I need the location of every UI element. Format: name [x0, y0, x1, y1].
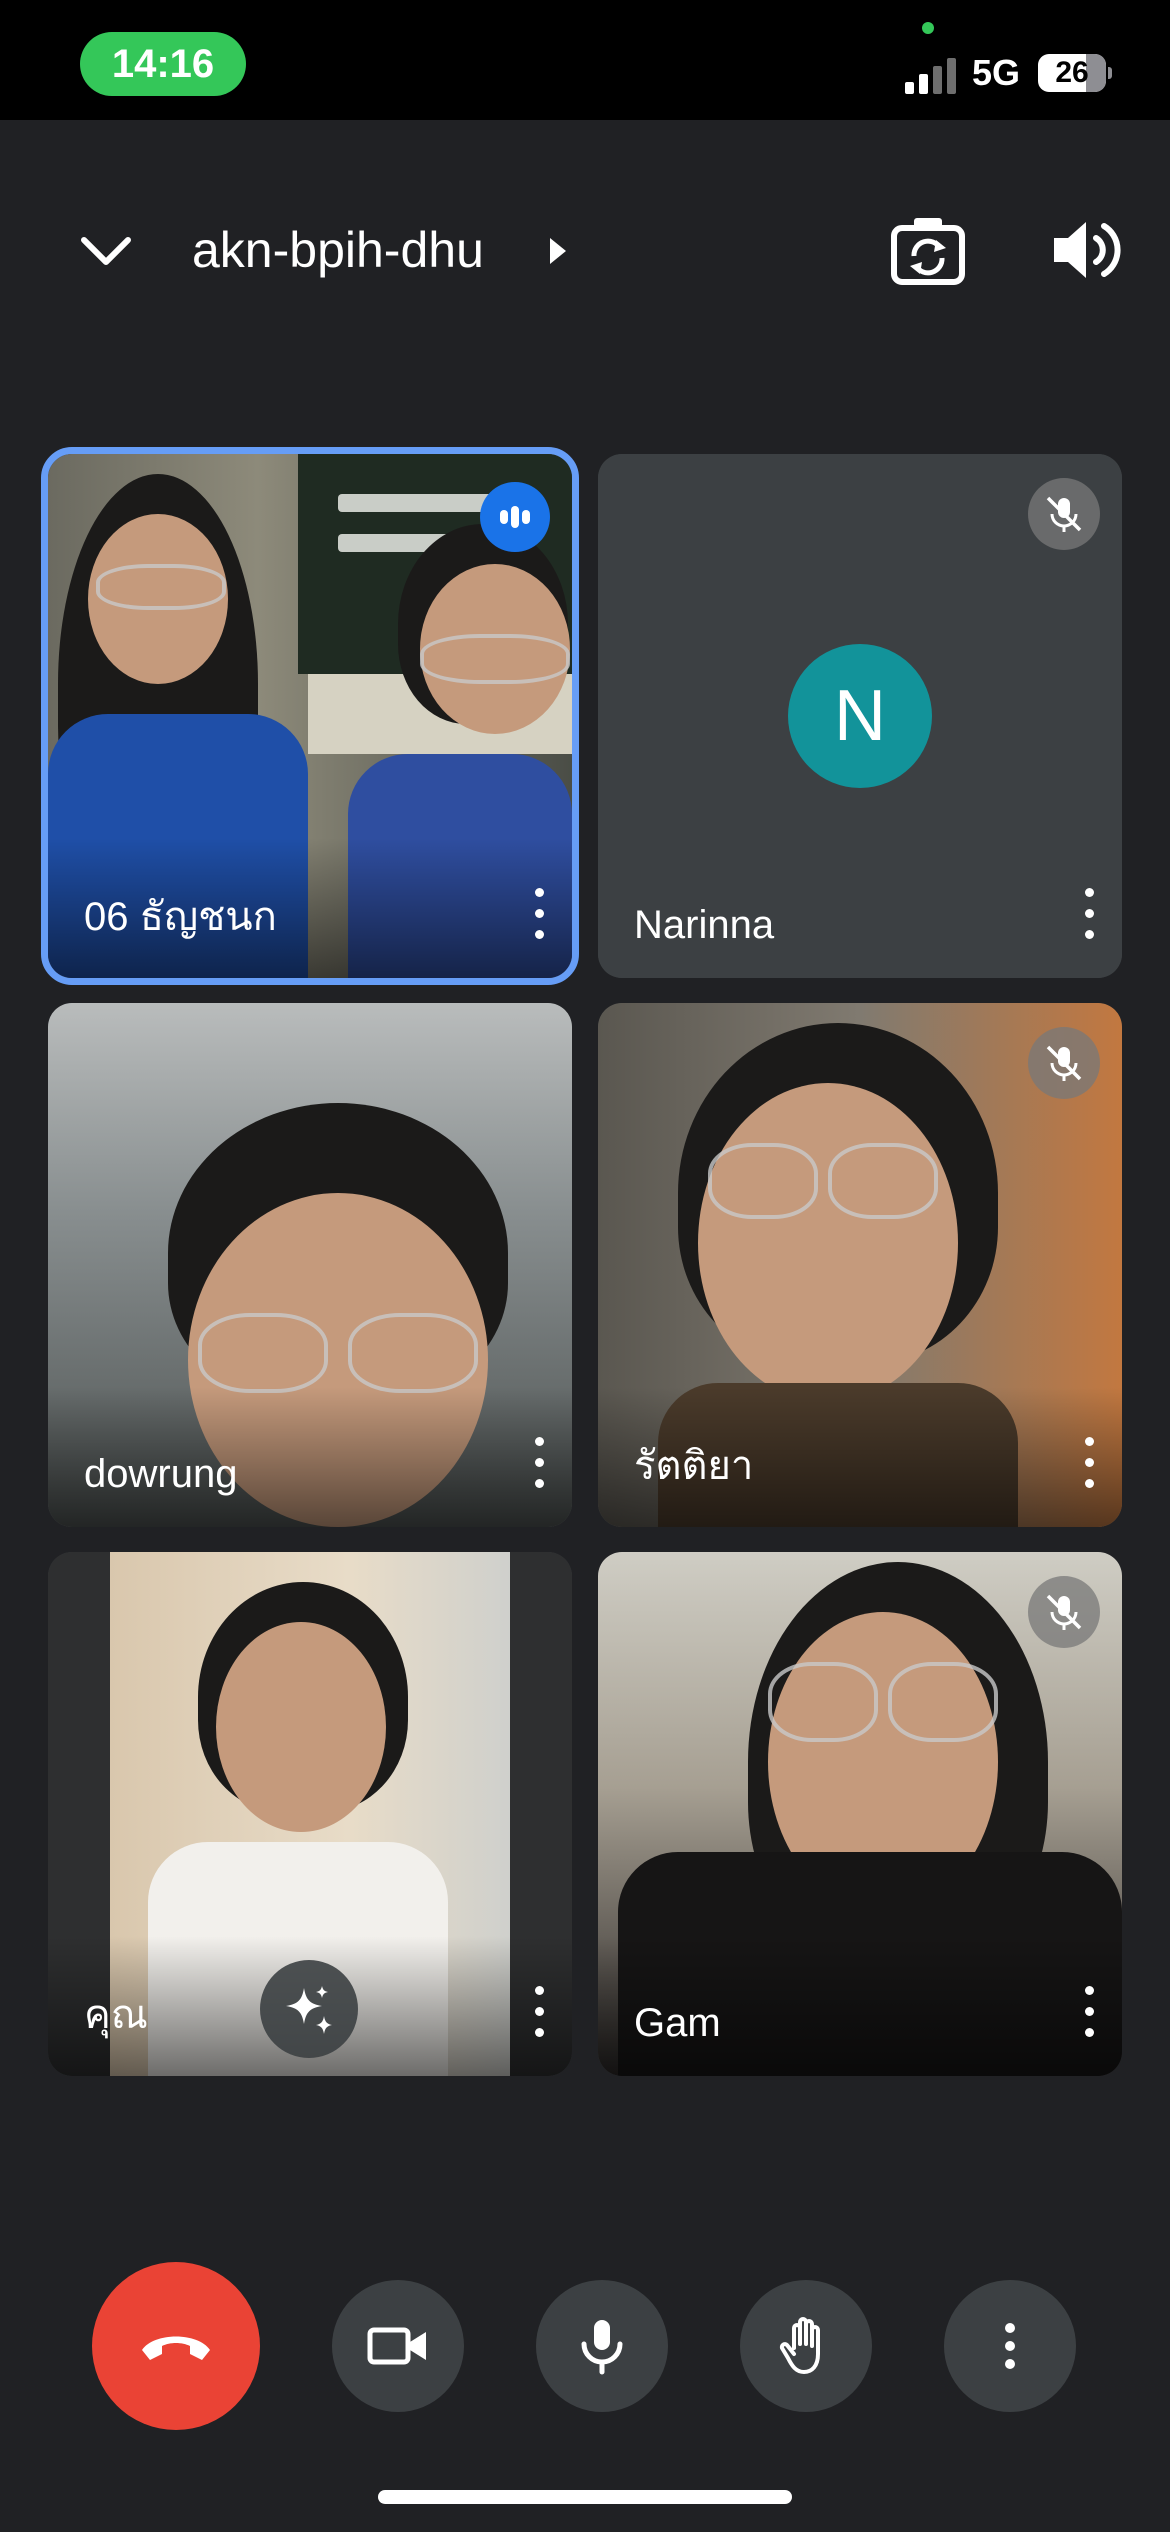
status-time: 14:16: [80, 32, 246, 96]
participant-tile[interactable]: รัตติยา: [598, 1003, 1122, 1527]
participant-name: รัตติยา: [634, 1444, 754, 1488]
participant-tile[interactable]: 06 ธัญชนก: [41, 447, 579, 985]
avatar: N: [788, 644, 932, 788]
participant-name: Narinna: [634, 903, 775, 947]
participant-name: Gam: [634, 2001, 721, 2045]
microphone-toggle-button[interactable]: [536, 2280, 668, 2412]
participant-name: คุณ: [84, 1993, 148, 2037]
more-options-icon: [1005, 2323, 1015, 2369]
end-call-icon: [142, 2336, 210, 2360]
more-options-icon[interactable]: [1074, 1433, 1104, 1493]
battery-level: 26: [1055, 56, 1089, 89]
meeting-screen: 14:16 5G 26 akn-bpih-dhu 06 ธัญชนก N Nar…: [0, 0, 1170, 2532]
mic-off-icon: [1028, 478, 1100, 550]
raise-hand-icon: [779, 2317, 820, 2374]
participant-tile[interactable]: Gam: [598, 1552, 1122, 2076]
more-options-icon[interactable]: [524, 884, 554, 944]
chevron-right-icon[interactable]: [548, 236, 568, 266]
more-options-icon[interactable]: [524, 1433, 554, 1493]
more-options-button[interactable]: [944, 2280, 1076, 2412]
more-options-icon[interactable]: [524, 1982, 554, 2042]
meeting-code[interactable]: akn-bpih-dhu: [192, 220, 484, 280]
participant-name: dowrung: [84, 1452, 238, 1496]
network-type: 5G: [972, 52, 1021, 93]
home-indicator[interactable]: [378, 2490, 792, 2504]
more-options-icon[interactable]: [1074, 884, 1104, 944]
status-bar: 14:16 5G 26: [0, 0, 1170, 120]
call-controls: [0, 2250, 1170, 2440]
chevron-down-icon[interactable]: [76, 220, 136, 280]
meeting-header: akn-bpih-dhu: [0, 180, 1170, 320]
mic-off-icon: [1028, 1027, 1100, 1099]
camera-in-use-dot: [922, 22, 934, 34]
cellular-signal-icon: [905, 58, 956, 94]
participant-tile[interactable]: dowrung: [48, 1003, 572, 1527]
participant-tile[interactable]: N Narinna: [598, 454, 1122, 978]
battery-icon: 26: [1038, 54, 1112, 92]
participant-tile[interactable]: คุณ: [48, 1552, 572, 2076]
participant-name: 06 ธัญชนก: [84, 895, 277, 939]
camera-icon: [367, 2327, 426, 2365]
end-call-button[interactable]: [92, 2262, 260, 2430]
speaking-indicator-icon: [480, 482, 550, 552]
raise-hand-button[interactable]: [740, 2280, 872, 2412]
microphone-icon: [581, 2320, 623, 2375]
speaker-icon[interactable]: [1050, 216, 1122, 284]
more-options-icon[interactable]: [1074, 1982, 1104, 2042]
mic-off-icon: [1028, 1576, 1100, 1648]
camera-flip-icon[interactable]: [890, 214, 966, 286]
sparkle-icon[interactable]: [260, 1960, 358, 2058]
camera-toggle-button[interactable]: [332, 2280, 464, 2412]
